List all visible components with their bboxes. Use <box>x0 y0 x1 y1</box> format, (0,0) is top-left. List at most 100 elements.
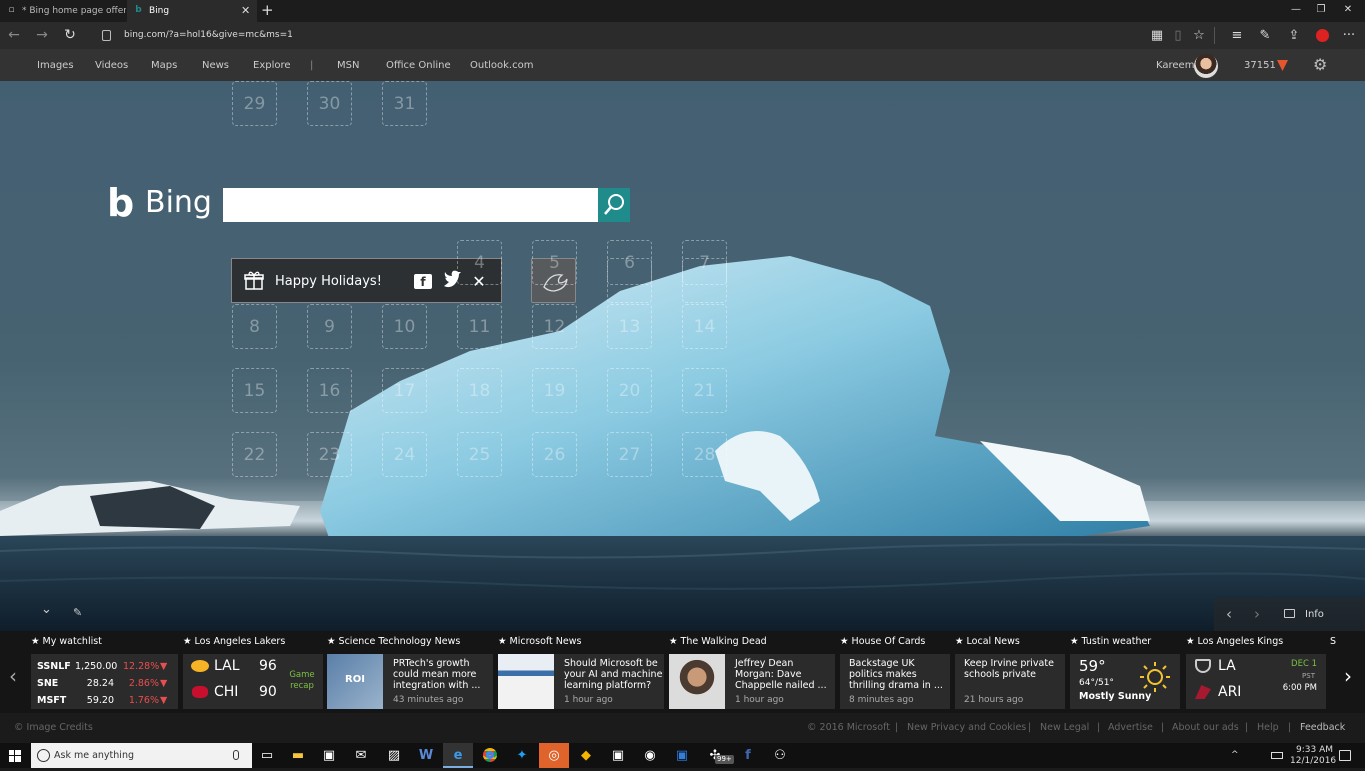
chrome-icon[interactable] <box>475 743 505 768</box>
about-ads-link[interactable]: About our ads <box>1172 713 1239 743</box>
legal-link[interactable]: New Legal <box>1040 713 1089 743</box>
nav-office-online[interactable]: Office Online <box>386 49 451 82</box>
calendar-day-placeholder[interactable] <box>607 258 652 303</box>
reading-view-icon[interactable]: ▯ <box>1167 22 1189 49</box>
tab-bing[interactable]: b Bing <box>127 0 257 22</box>
news-card-science[interactable]: ★ Science Technology News ROI PRTech's g… <box>327 631 493 713</box>
nav-videos[interactable]: Videos <box>95 49 128 82</box>
watchlist-card[interactable]: ★ My watchlist SSNLF 1,250.00 12.28% ▼ S… <box>31 631 178 713</box>
house-of-cards-card[interactable]: ★ House Of Cards Backstage UK politics m… <box>840 631 950 713</box>
collapse-chevron-icon[interactable]: ⌄ <box>41 602 52 617</box>
hub-icon[interactable]: ≡ <box>1226 22 1248 49</box>
calendar-day-4[interactable]: 4 <box>457 240 502 285</box>
calendar-day-29[interactable]: 29 <box>232 81 277 126</box>
new-tab-button[interactable]: + <box>261 0 274 20</box>
edit-pencil-icon[interactable]: ✎ <box>73 606 82 619</box>
clock-date[interactable]: 12/1/2016 <box>1290 756 1336 767</box>
feed-prev-button[interactable]: ‹ <box>3 651 23 701</box>
word-icon[interactable]: W <box>411 743 441 768</box>
restore-button[interactable]: ❐ <box>1307 0 1335 20</box>
news-card-walking-dead[interactable]: ★ The Walking Dead Jeffrey Dean Morgan: … <box>669 631 835 713</box>
task-view-icon[interactable]: ▭ <box>252 743 282 768</box>
tab-article[interactable]: ▫ * Bing home page offers up <box>0 0 126 22</box>
forward-button[interactable]: → <box>30 22 54 49</box>
opera-extension-icon[interactable] <box>1311 22 1333 49</box>
calendar-day-30[interactable]: 30 <box>307 81 352 126</box>
calendar-day-13[interactable]: 13 <box>607 304 652 349</box>
calendar-day-27[interactable]: 27 <box>607 432 652 477</box>
app-icon-orange[interactable]: ◎ <box>539 743 569 768</box>
calendar-day-17[interactable]: 17 <box>382 368 427 413</box>
rewards-points[interactable]: 37151 <box>1244 49 1276 82</box>
battery-icon[interactable] <box>1271 752 1283 759</box>
calendar-day-15[interactable]: 15 <box>232 368 277 413</box>
calendar-day-24[interactable]: 24 <box>382 432 427 477</box>
calendar-day-8[interactable]: 8 <box>232 304 277 349</box>
settings-gear-icon[interactable]: ⚙ <box>1313 55 1327 75</box>
share-icon[interactable]: ⇪ <box>1283 22 1305 49</box>
twitter-icon[interactable]: ✦ <box>507 743 537 768</box>
maps-icon[interactable]: ◆ <box>571 743 601 768</box>
image-credits-link[interactable]: © Image Credits <box>14 713 93 743</box>
feed-next-button[interactable]: › <box>1338 651 1358 701</box>
nav-maps[interactable]: Maps <box>151 49 177 82</box>
nav-news[interactable]: News <box>202 49 229 82</box>
calendar-day-31[interactable]: 31 <box>382 81 427 126</box>
file-explorer-icon[interactable]: ▬ <box>283 743 313 768</box>
extensions-icon[interactable]: ▦ <box>1146 22 1168 49</box>
calendar-day-18[interactable]: 18 <box>457 368 502 413</box>
avatar[interactable] <box>1194 54 1218 78</box>
refresh-button[interactable]: ↻ <box>58 22 82 49</box>
calendar-day-placeholder[interactable] <box>682 258 727 303</box>
microphone-icon[interactable] <box>233 750 239 760</box>
next-image-button[interactable]: › <box>1254 598 1260 631</box>
calendar-day-22[interactable]: 22 <box>232 432 277 477</box>
windows-start-icon[interactable] <box>0 743 30 768</box>
store-icon[interactable]: ▣ <box>314 743 344 768</box>
action-center-icon[interactable] <box>1339 750 1351 761</box>
search-button[interactable] <box>598 188 630 222</box>
info-button[interactable]: Info <box>1305 598 1324 631</box>
mail-icon[interactable]: ✉ <box>346 743 376 768</box>
nav-images[interactable]: Images <box>37 49 74 82</box>
calendar-day-10[interactable]: 10 <box>382 304 427 349</box>
calendar-day-19[interactable]: 19 <box>532 368 577 413</box>
calendar-day-5[interactable]: 5 <box>532 240 577 285</box>
weather-card[interactable]: ★ Tustin weather 59° 64°/51° Mostly Sunn… <box>1070 631 1180 713</box>
lakers-card[interactable]: ★ Los Angeles Lakers LAL 96 CHI 90 Game … <box>183 631 323 713</box>
search-input[interactable] <box>223 188 598 222</box>
feedback-link[interactable]: Feedback <box>1300 713 1345 743</box>
local-news-card[interactable]: ★ Local News Keep Irvine private schools… <box>955 631 1065 713</box>
slack-icon[interactable]: ✣ 99+ <box>700 743 734 768</box>
favorite-star-icon[interactable]: ☆ <box>1188 22 1210 49</box>
settings-app-icon[interactable]: ▣ <box>603 743 633 768</box>
groove-music-icon[interactable]: ◉ <box>635 743 665 768</box>
tab-close-icon[interactable]: ✕ <box>241 0 250 22</box>
calendar-day-16[interactable]: 16 <box>307 368 352 413</box>
prev-image-button[interactable]: ‹ <box>1226 598 1232 631</box>
cortana-search-box[interactable]: Ask me anything <box>31 743 252 768</box>
calendar-day-11[interactable]: 11 <box>457 304 502 349</box>
nav-explore[interactable]: Explore <box>253 49 291 82</box>
outlook-icon[interactable]: ▣ <box>667 743 697 768</box>
calendar-day-12[interactable]: 12 <box>532 304 577 349</box>
back-button[interactable]: ← <box>2 22 26 49</box>
calendar-day-9[interactable]: 9 <box>307 304 352 349</box>
nav-outlook[interactable]: Outlook.com <box>470 49 533 82</box>
steam-icon[interactable]: ⚇ <box>765 743 795 768</box>
kings-card[interactable]: ★ Los Angeles Kings LA ARI DEC 1 PST 6:0… <box>1186 631 1326 713</box>
game-recap-link[interactable]: Game recap <box>287 670 317 692</box>
photos-icon[interactable]: ▨ <box>379 743 409 768</box>
calendar-day-23[interactable]: 23 <box>307 432 352 477</box>
nav-msn[interactable]: MSN <box>337 49 359 82</box>
rewards-medal-icon[interactable] <box>1277 60 1288 71</box>
tray-chevron-icon[interactable]: ^ <box>1231 743 1239 768</box>
user-name[interactable]: Kareem <box>1156 49 1194 82</box>
minimize-button[interactable]: — <box>1282 0 1310 20</box>
url-field[interactable]: bing.com/?a=hol16&give=mc&ms=1 <box>124 22 293 49</box>
calendar-day-26[interactable]: 26 <box>532 432 577 477</box>
facebook-app-icon[interactable]: f <box>733 743 763 768</box>
camera-icon[interactable] <box>1284 609 1295 618</box>
calendar-day-28[interactable]: 28 <box>682 432 727 477</box>
more-icon[interactable]: ··· <box>1338 22 1360 49</box>
